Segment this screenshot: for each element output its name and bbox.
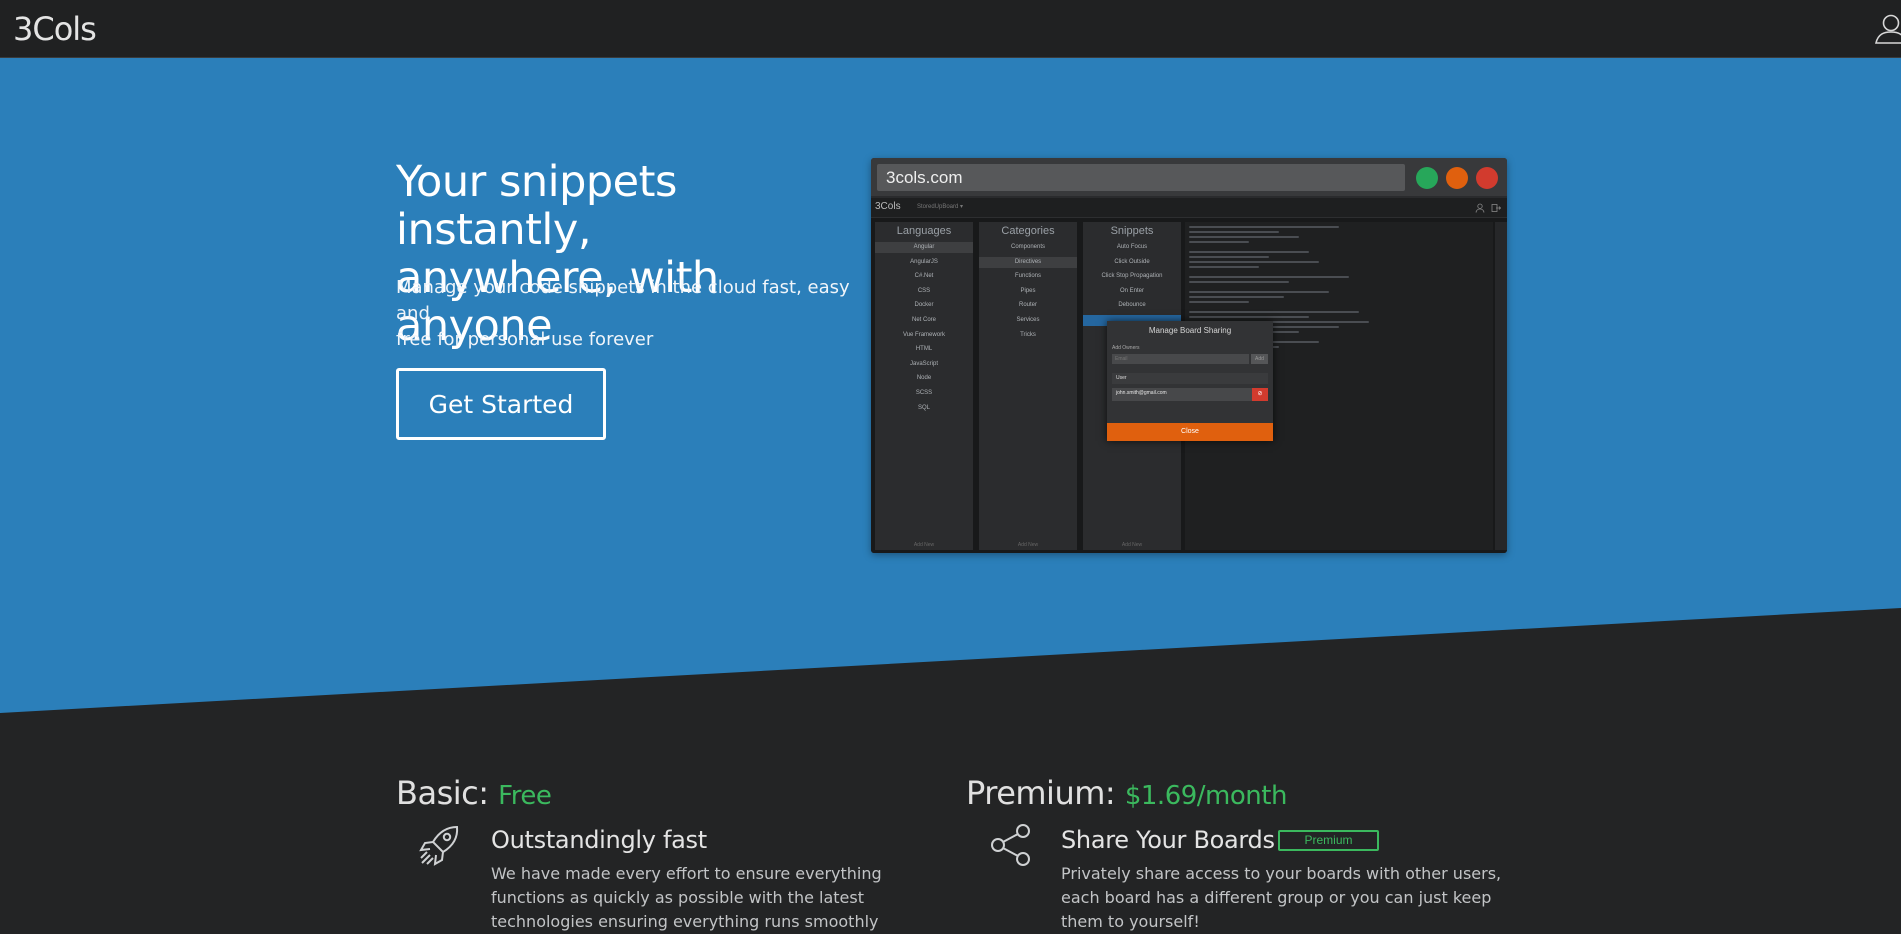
premium-plan-heading: Premium: $1.69/month <box>966 774 1287 812</box>
top-navbar: 3Cols <box>0 0 1901 58</box>
share-icon <box>989 822 1035 868</box>
premium-plan-label: Premium: <box>966 774 1116 812</box>
brand-logo[interactable]: 3Cols <box>13 10 97 48</box>
basic-plan-price: Free <box>498 781 552 811</box>
premium-badge: Premium <box>1278 830 1379 851</box>
basic-plan-heading: Basic: Free <box>396 774 552 812</box>
premium-plan-price: $1.69/month <box>1124 781 1288 811</box>
user-icon[interactable] <box>1871 12 1901 48</box>
share-feature-title: Share Your Boards <box>1061 826 1275 854</box>
share-feature-text: Privately share access to your boards wi… <box>1061 864 1502 931</box>
hero-section: Your snippets instantly, anywhere, with … <box>0 58 1901 718</box>
fast-feature-title: Outstandingly fast <box>491 826 707 854</box>
rocket-icon <box>417 822 463 868</box>
hero-diagonal-divider <box>0 608 1901 718</box>
fast-feature-text: We have made every effort to ensure ever… <box>491 864 882 931</box>
basic-plan-label: Basic: <box>396 774 489 812</box>
